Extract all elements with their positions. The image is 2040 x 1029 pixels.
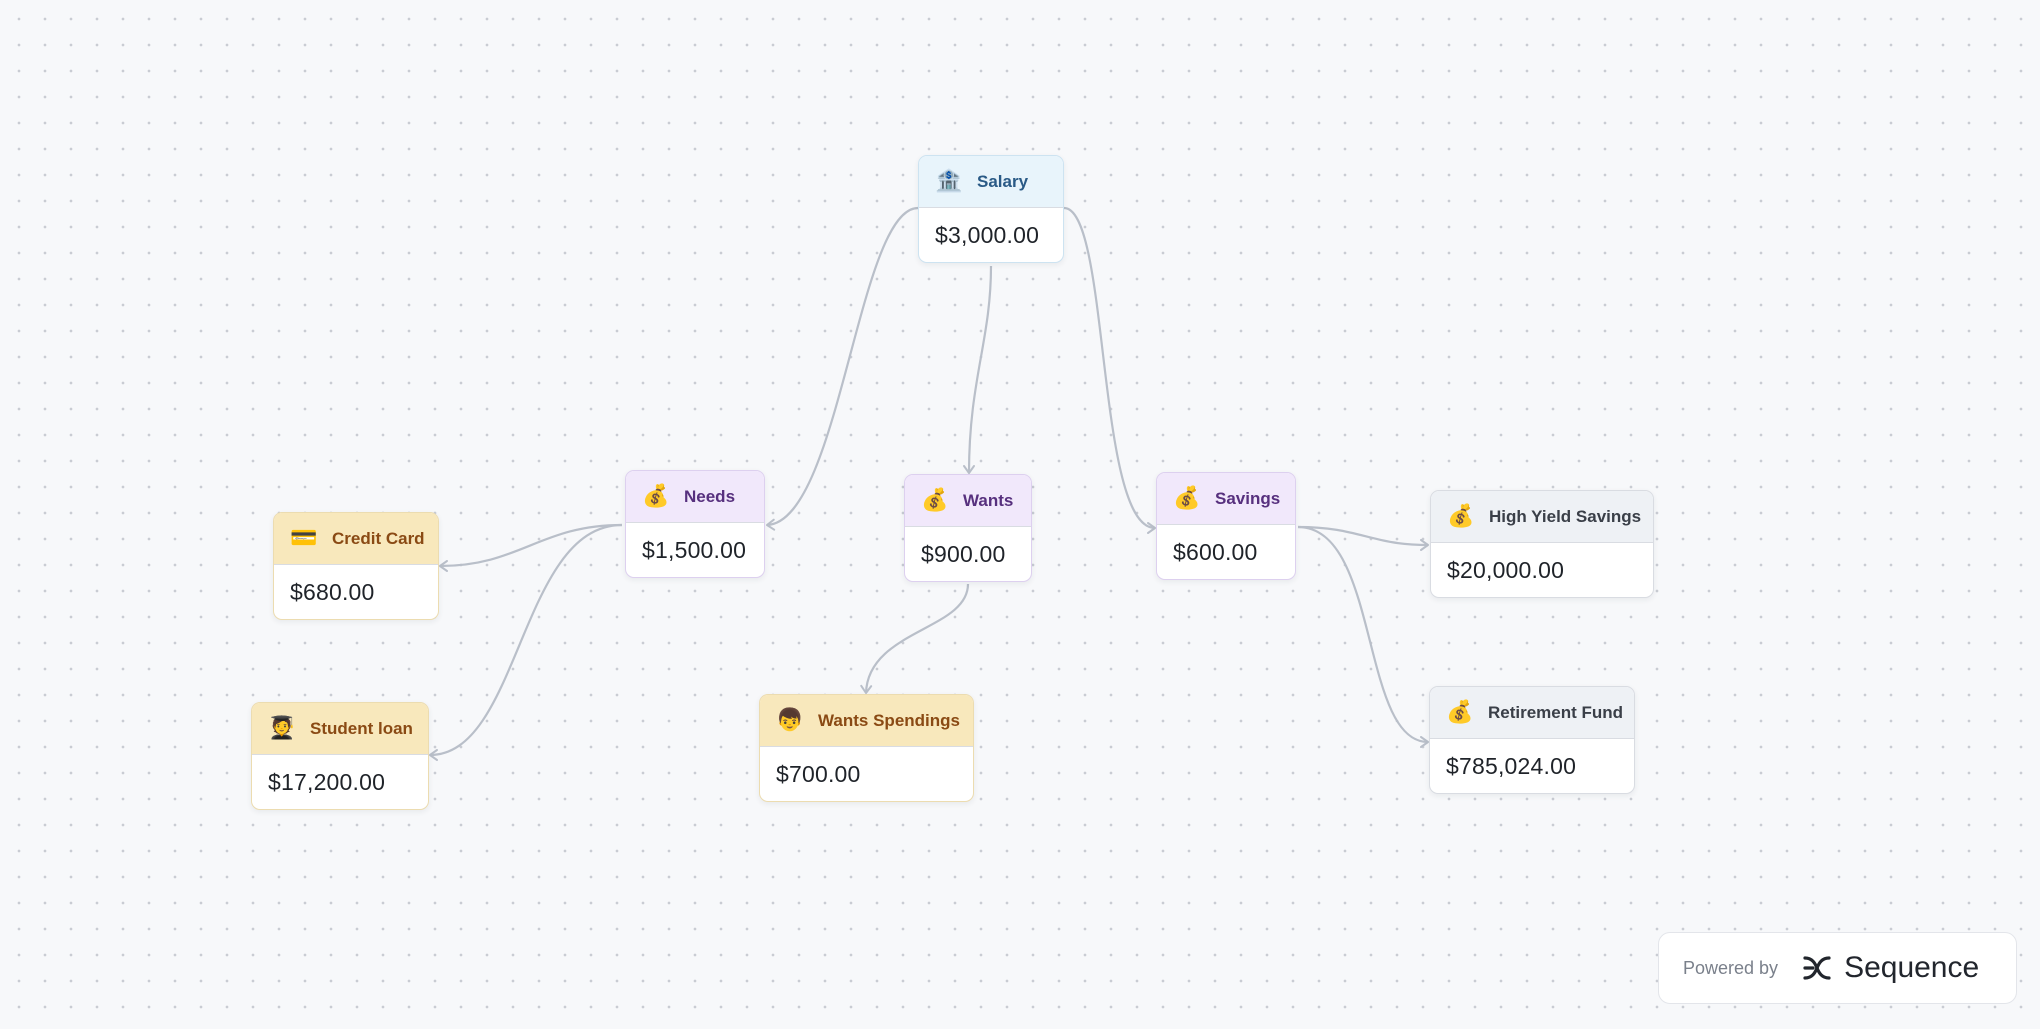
- node-salary-header: 🏦 Salary: [919, 156, 1063, 208]
- money-bag-icon: 💰: [921, 487, 949, 513]
- node-savings-label: Savings: [1215, 488, 1281, 508]
- node-retirement-label: Retirement Fund: [1488, 702, 1624, 722]
- edge-savings-high-yield: [1297, 525, 1429, 551]
- edge-savings-retirement: [1297, 525, 1429, 748]
- person-icon: 👦: [776, 707, 804, 733]
- node-student-loan[interactable]: 🧑‍🎓 Student loan $17,200.00: [251, 702, 429, 810]
- node-needs-label: Needs: [684, 486, 736, 506]
- node-savings[interactable]: 💰 Savings $600.00: [1156, 472, 1296, 580]
- powered-by-badge[interactable]: Powered by Sequence: [1658, 932, 2017, 1004]
- node-retirement-fund[interactable]: 💰 Retirement Fund $785,024.00: [1429, 686, 1635, 794]
- node-student-loan-amount: $17,200.00: [268, 768, 386, 795]
- node-wants-header: 💰 Wants: [905, 475, 1031, 527]
- edge-salary-savings: [1063, 206, 1156, 534]
- node-high-yield-header: 💰 High Yield Savings: [1431, 491, 1653, 543]
- node-credit-card-amount: $680.00: [290, 578, 375, 605]
- edge-salary-wants: [963, 265, 993, 474]
- money-bag-icon: 💰: [642, 483, 670, 509]
- credit-card-icon: 💳: [290, 525, 318, 551]
- node-wants-spendings-amount: $700.00: [776, 760, 861, 787]
- money-bag-icon: 💰: [1447, 503, 1475, 529]
- node-credit-card-header: 💳 Credit Card: [274, 513, 438, 565]
- node-salary-label: Salary: [977, 171, 1029, 191]
- node-needs-amount: $1,500.00: [642, 536, 747, 563]
- sequence-logo-icon: [1803, 956, 1831, 980]
- node-wants-label: Wants: [963, 490, 1014, 510]
- node-wants-amount: $900.00: [921, 540, 1006, 567]
- node-student-loan-header: 🧑‍🎓 Student loan: [252, 703, 428, 755]
- node-salary[interactable]: 🏦 Salary $3,000.00: [918, 155, 1064, 263]
- bank-icon: 🏦: [935, 168, 963, 194]
- sequence-brand: Sequence: [1844, 951, 1980, 984]
- student-icon: 🧑‍🎓: [268, 715, 296, 741]
- edge-salary-needs: [766, 206, 919, 531]
- node-savings-header: 💰 Savings: [1157, 473, 1295, 525]
- node-retirement-header: 💰 Retirement Fund: [1430, 687, 1634, 739]
- node-savings-amount: $600.00: [1173, 538, 1258, 565]
- node-student-loan-label: Student loan: [310, 718, 413, 738]
- node-credit-card-label: Credit Card: [332, 528, 425, 548]
- node-needs[interactable]: 💰 Needs $1,500.00: [625, 470, 765, 578]
- node-high-yield-savings[interactable]: 💰 High Yield Savings $20,000.00: [1430, 490, 1654, 598]
- node-wants[interactable]: 💰 Wants $900.00: [904, 474, 1032, 582]
- powered-by-text: Powered by: [1683, 957, 1779, 978]
- node-retirement-amount: $785,024.00: [1446, 752, 1577, 779]
- node-wants-spendings-header: 👦 Wants Spendings: [760, 695, 973, 747]
- edge-wants-spendings: [860, 583, 970, 694]
- node-needs-header: 💰 Needs: [626, 471, 764, 523]
- node-wants-spendings-label: Wants Spendings: [818, 710, 960, 730]
- money-bag-icon: 💰: [1173, 485, 1201, 511]
- node-salary-amount: $3,000.00: [935, 221, 1040, 248]
- edge-needs-student-loan: [429, 523, 623, 761]
- node-high-yield-amount: $20,000.00: [1447, 556, 1565, 583]
- node-credit-card[interactable]: 💳 Credit Card $680.00: [273, 512, 439, 620]
- node-high-yield-label: High Yield Savings: [1489, 506, 1642, 526]
- node-wants-spendings[interactable]: 👦 Wants Spendings $700.00: [759, 694, 974, 802]
- money-bag-icon: 💰: [1446, 699, 1474, 725]
